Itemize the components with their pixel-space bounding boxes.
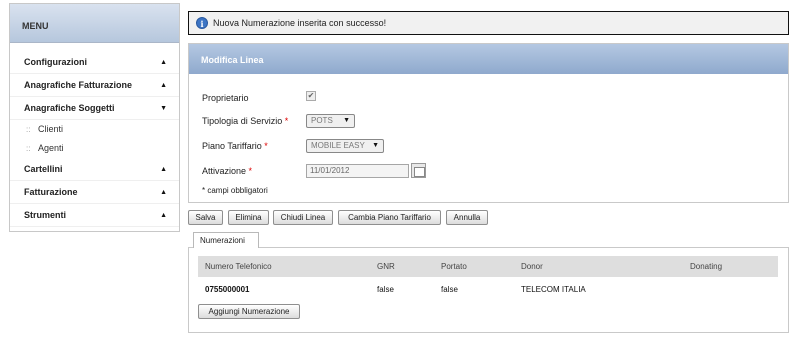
success-message: Nuova Numerazione inserita con successo! [213, 18, 387, 28]
arrow-up-icon: ▲ [160, 59, 167, 66]
arrow-up-icon: ▲ [160, 166, 167, 173]
menu-item-anagrafiche-fatturazione[interactable]: Anagrafiche Fatturazione ▲ [10, 74, 179, 97]
table-cell: false [377, 285, 394, 294]
bullet-icon: :: [26, 125, 31, 134]
arrow-up-icon: ▲ [160, 82, 167, 89]
menu-item-label: Cartellini [24, 164, 63, 174]
aggiungi-numerazione-button[interactable]: Aggiungi Numerazione [198, 304, 300, 319]
arrow-down-icon: ▼ [160, 105, 167, 112]
numerazioni-panel: Numero Telefonico GNR Portato Donor Dona… [188, 247, 789, 333]
tipologia-label: Tipologia di Servizio * [202, 116, 289, 126]
table-cell: false [441, 285, 458, 294]
menu-header: MENU [10, 4, 179, 43]
calendar-icon[interactable] [411, 163, 426, 178]
annulla-button[interactable]: Annulla [446, 210, 488, 225]
proprietario-label: Proprietario [202, 93, 249, 103]
attivazione-date-input[interactable]: 11/01/2012 [306, 164, 409, 178]
tab-numerazioni[interactable]: Numerazioni [193, 232, 259, 248]
table-row[interactable]: 0755000001 false false TELECOM ITALIA [198, 279, 778, 300]
arrow-up-icon: ▲ [160, 189, 167, 196]
submenu-item-label: Clienti [38, 124, 64, 134]
menu-item-label: Strumenti [24, 210, 67, 220]
table-header: Numero Telefonico GNR Portato Donor Dona… [198, 256, 778, 277]
menu-item-anagrafiche-soggetti[interactable]: Anagrafiche Soggetti ▼ [10, 97, 179, 120]
column-header[interactable]: Numero Telefonico [205, 256, 272, 277]
column-header[interactable]: Donating [690, 256, 722, 277]
menu-item-label: Configurazioni [24, 57, 87, 67]
column-header[interactable]: Donor [521, 256, 543, 277]
dropdown-arrow-icon: ▼ [343, 117, 350, 124]
required-marker: * [264, 141, 268, 151]
info-icon: i [196, 17, 208, 29]
chiudi-linea-button[interactable]: Chiudi Linea [273, 210, 333, 225]
salva-button[interactable]: Salva [188, 210, 223, 225]
dropdown-arrow-icon: ▼ [372, 142, 379, 149]
menu-item-cartellini[interactable]: Cartellini ▲ [10, 158, 179, 181]
required-note: * campi obbligatori [202, 186, 268, 195]
success-message-bar: i Nuova Numerazione inserita con success… [188, 11, 789, 35]
table-cell: TELECOM ITALIA [521, 285, 586, 294]
tipologia-select[interactable]: POTS ▼ [306, 114, 355, 128]
cambia-piano-button[interactable]: Cambia Piano Tariffario [338, 210, 441, 225]
attivazione-label: Attivazione * [202, 166, 253, 176]
piano-label: Piano Tariffario * [202, 141, 268, 151]
piano-tariffario-select[interactable]: MOBILE EASY ▼ [306, 139, 384, 153]
arrow-up-icon: ▲ [160, 212, 167, 219]
panel-title: Modifica Linea [189, 44, 788, 74]
submenu-item-label: Agenti [38, 143, 64, 153]
menu-item-label: Anagrafiche Fatturazione [24, 80, 133, 90]
bullet-icon: :: [26, 144, 31, 153]
menu-item-label: Anagrafiche Soggetti [24, 103, 115, 113]
submenu-item-clienti[interactable]: :: Clienti [10, 120, 179, 139]
menu-item-strumenti[interactable]: Strumenti ▲ [10, 204, 179, 227]
required-marker: * [248, 166, 253, 176]
proprietario-checkbox[interactable]: ✔ [306, 91, 316, 101]
menu-item-configurazioni[interactable]: Configurazioni ▲ [10, 51, 179, 74]
menu-item-label: Fatturazione [24, 187, 78, 197]
submenu-item-agenti[interactable]: :: Agenti [10, 139, 179, 158]
column-header[interactable]: GNR [377, 256, 395, 277]
modifica-linea-panel: Modifica Linea Proprietario ✔ Tipologia … [188, 43, 789, 203]
table-cell: 0755000001 [205, 285, 250, 294]
required-marker: * [284, 116, 289, 126]
column-header[interactable]: Portato [441, 256, 467, 277]
sidebar-menu: MENU Configurazioni ▲ Anagrafiche Fattur… [9, 3, 180, 232]
elimina-button[interactable]: Elimina [228, 210, 269, 225]
menu-item-fatturazione[interactable]: Fatturazione ▲ [10, 181, 179, 204]
